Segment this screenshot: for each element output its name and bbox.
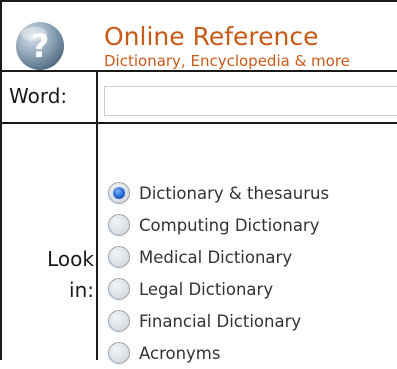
lookin-label-line2: in: [69, 278, 94, 302]
option-medical-dictionary[interactable]: Medical Dictionary [108, 241, 329, 273]
option-acronyms[interactable]: Acronyms [108, 337, 329, 369]
option-label: Computing Dictionary [139, 215, 320, 235]
word-label: Word: [9, 84, 68, 108]
column-divider [96, 72, 98, 360]
page-subtitle: Dictionary, Encyclopedia & more [104, 52, 350, 70]
lookin-label-line1: Look [47, 247, 94, 271]
radio-icon[interactable] [108, 214, 130, 236]
option-label: Dictionary & thesaurus [139, 183, 330, 203]
radio-icon[interactable] [108, 310, 130, 332]
option-legal-dictionary[interactable]: Legal Dictionary [108, 273, 329, 305]
option-label: Legal Dictionary [139, 279, 274, 299]
radio-selected-icon[interactable] [108, 182, 130, 204]
lookin-options: Dictionary & thesaurus Computing Diction… [108, 177, 329, 369]
header: ? Online Reference Dictionary, Encyclope… [2, 2, 397, 72]
page-title: Online Reference [104, 22, 319, 51]
radio-icon[interactable] [108, 278, 130, 300]
option-label: Medical Dictionary [139, 247, 293, 267]
svg-text:?: ? [31, 27, 50, 65]
radio-icon[interactable] [108, 246, 130, 268]
option-computing-dictionary[interactable]: Computing Dictionary [108, 209, 329, 241]
option-financial-dictionary[interactable]: Financial Dictionary [108, 305, 329, 337]
question-mark-circle-icon: ? [16, 22, 64, 70]
radio-icon[interactable] [108, 342, 130, 364]
option-label: Financial Dictionary [139, 311, 302, 331]
word-input[interactable] [104, 86, 397, 116]
option-dictionary-thesaurus[interactable]: Dictionary & thesaurus [108, 177, 329, 209]
